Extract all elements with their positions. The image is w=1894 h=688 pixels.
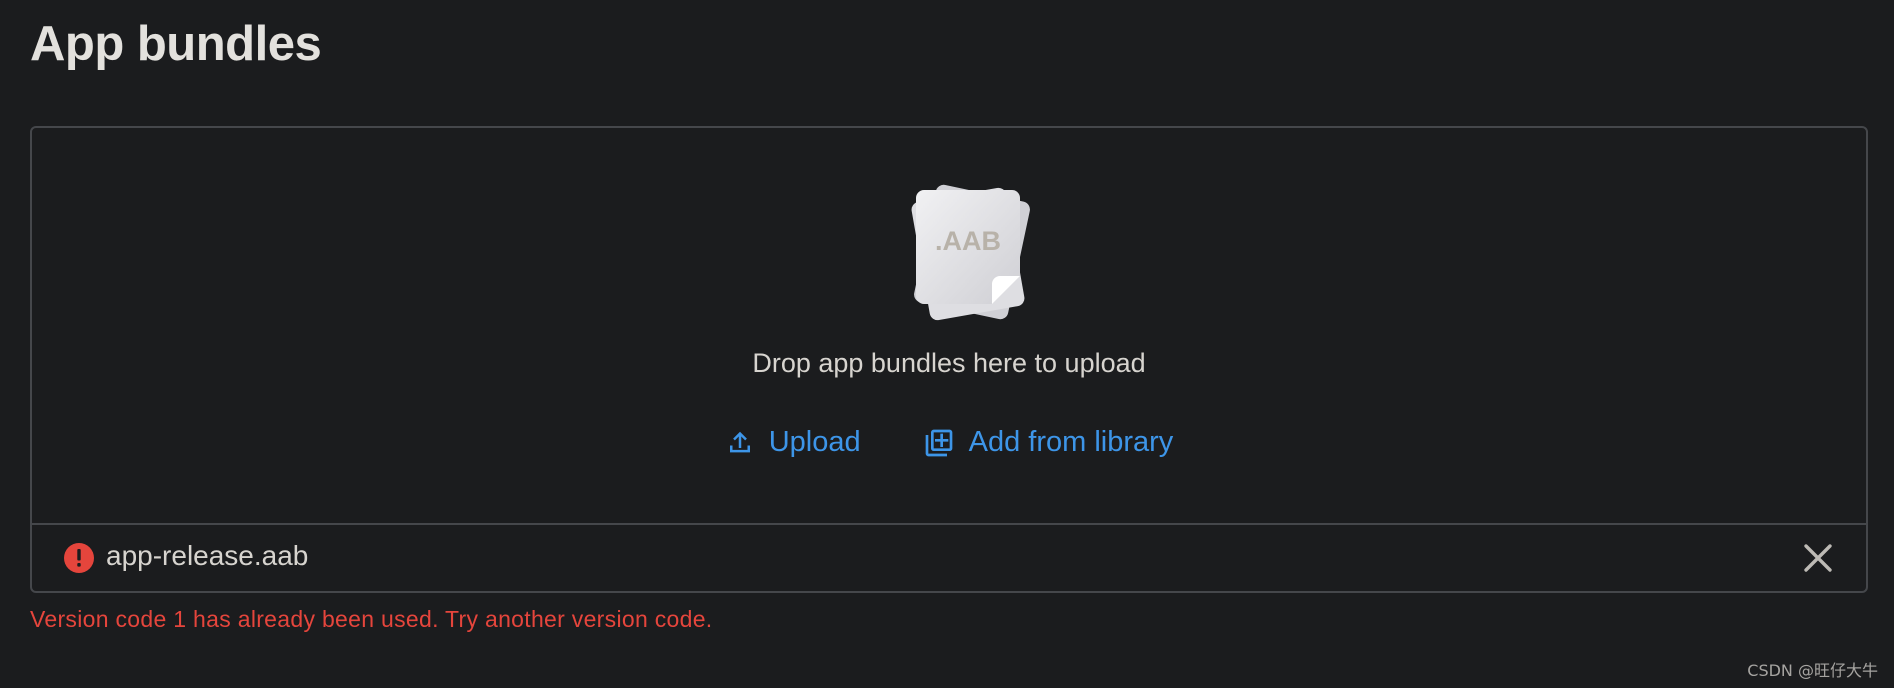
error-icon — [64, 543, 94, 573]
error-message: Version code 1 has already been used. Tr… — [30, 606, 713, 632]
drop-zone[interactable]: .AAB Drop app bundles here to upload Upl… — [32, 128, 1866, 525]
upload-button[interactable]: Upload — [719, 420, 867, 465]
add-from-library-label: Add from library — [968, 426, 1174, 458]
file-name: app-release.aab — [106, 540, 309, 571]
upload-icon — [729, 431, 750, 452]
remove-file-button[interactable] — [1800, 540, 1836, 576]
close-icon — [1804, 544, 1832, 572]
drop-instructions: Drop app bundles here to upload — [752, 348, 1146, 378]
uploaded-file-row: app-release.aab — [32, 523, 1866, 593]
page-title: App bundles — [30, 17, 322, 71]
add-from-library-button[interactable]: Add from library — [917, 420, 1180, 465]
upload-actions: Upload Add from library — [32, 420, 1866, 465]
library-add-icon — [925, 429, 952, 456]
upload-card: .AAB Drop app bundles here to upload Upl… — [30, 126, 1868, 593]
watermark: CSDN @旺仔大牛 — [1747, 661, 1878, 680]
aab-label: .AAB — [935, 226, 1001, 256]
aab-file-icon: .AAB — [911, 184, 1030, 321]
upload-button-label: Upload — [768, 426, 861, 458]
